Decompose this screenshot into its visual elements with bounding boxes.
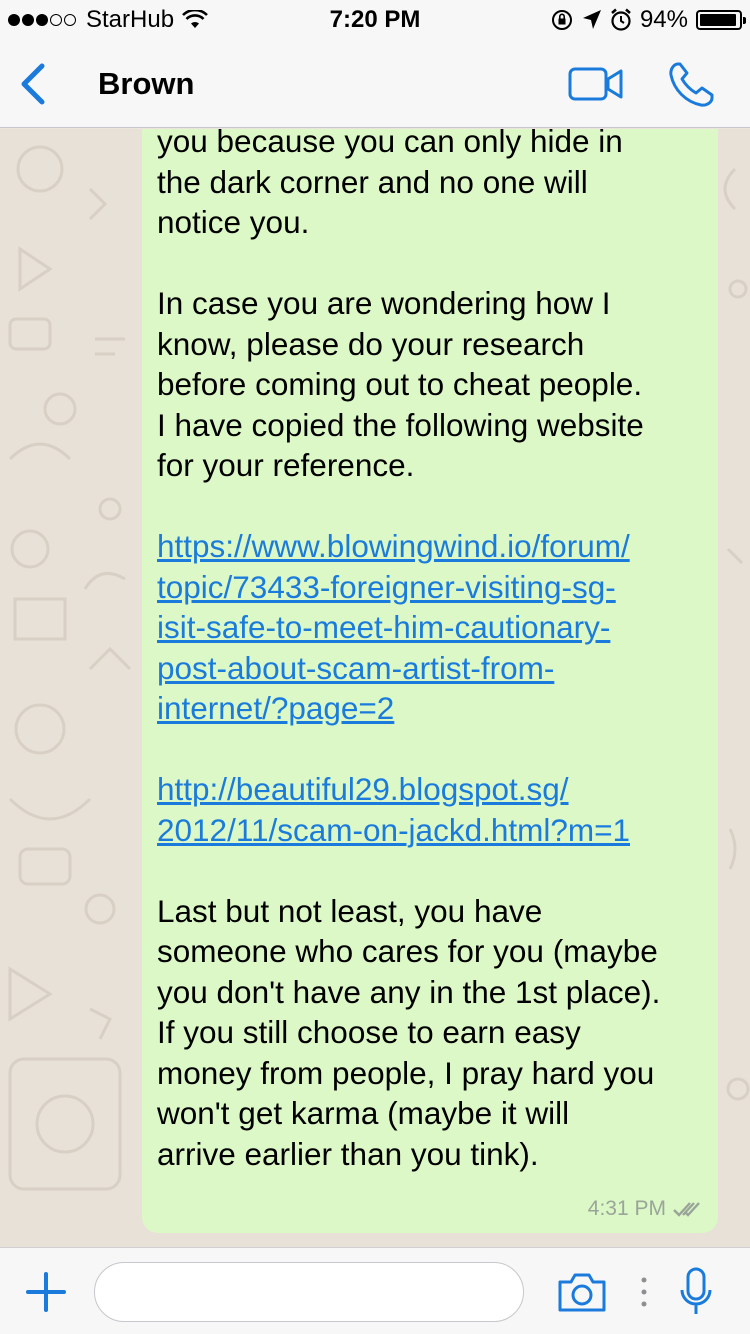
orientation-lock-icon bbox=[551, 10, 572, 30]
message-text: you because you can only hide in the dar… bbox=[157, 129, 707, 1174]
plus-icon[interactable] bbox=[24, 1270, 68, 1314]
message-time: 4:31 PM bbox=[587, 1197, 666, 1220]
chat-area[interactable]: you because you can only hide in the dar… bbox=[0, 129, 750, 1247]
camera-icon[interactable] bbox=[556, 1270, 608, 1314]
battery-percent: 94% bbox=[639, 6, 688, 33]
message-link[interactable]: https://www.blowingwind.io/forum/ topic/… bbox=[157, 526, 707, 729]
message-link[interactable]: http://beautiful29.blogspot.sg/ 2012/11/… bbox=[157, 769, 707, 850]
double-check-icon bbox=[673, 1202, 700, 1217]
message-paragraph: you because you can only hide in the dar… bbox=[157, 129, 623, 240]
video-call-icon[interactable] bbox=[568, 66, 624, 102]
contact-name[interactable]: Brown bbox=[98, 40, 194, 128]
message-composer bbox=[0, 1247, 750, 1334]
location-icon bbox=[582, 10, 601, 29]
alarm-icon bbox=[611, 8, 631, 31]
message-paragraph: In case you are wondering how I know, pl… bbox=[157, 285, 644, 483]
more-options-icon[interactable] bbox=[640, 1274, 648, 1310]
battery-icon bbox=[696, 10, 746, 30]
back-chevron-icon[interactable] bbox=[14, 62, 54, 106]
message-meta: 4:31 PM bbox=[588, 1197, 702, 1221]
message-paragraph: Last but not least, you have someone who… bbox=[157, 892, 661, 1172]
message-input[interactable] bbox=[94, 1262, 524, 1322]
status-bar: StarHub 7:20 PM 94% bbox=[0, 0, 750, 40]
voice-call-icon[interactable] bbox=[666, 60, 716, 110]
message-bubble[interactable]: you because you can only hide in the dar… bbox=[142, 129, 718, 1233]
microphone-icon[interactable] bbox=[678, 1266, 714, 1318]
chat-header: Brown bbox=[0, 40, 750, 128]
